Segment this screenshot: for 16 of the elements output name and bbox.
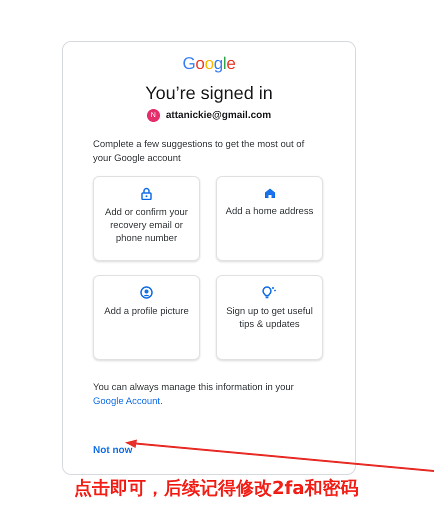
not-now-link[interactable]: Not now — [93, 445, 132, 456]
annotation-text: 点击即可，后续记得修改2fa和密码 — [74, 477, 359, 500]
suggestion-card[interactable]: Add a home address — [216, 176, 323, 261]
page-title: You’re signed in — [145, 83, 273, 104]
intro-text: Complete a few suggestions to get the most out of your Google account — [93, 138, 306, 166]
suggestion-card[interactable]: Add a profile picture — [93, 275, 200, 360]
manage-info-text: You can always manage this information in your Google Account. — [93, 381, 295, 409]
account-email: attanickie@gmail.com — [166, 110, 272, 121]
google-logo: Google — [182, 54, 236, 74]
home-icon — [264, 187, 276, 199]
lightbulb-icon — [262, 286, 277, 299]
lock-icon — [141, 187, 152, 200]
profile-icon — [140, 286, 153, 299]
suggestion-card[interactable]: Sign up to get useful tips & updates — [216, 275, 323, 360]
google-account-link[interactable]: Google Account. — [93, 396, 163, 407]
suggestion-card[interactable]: Add or confirm your recovery email or phone number — [93, 176, 200, 261]
